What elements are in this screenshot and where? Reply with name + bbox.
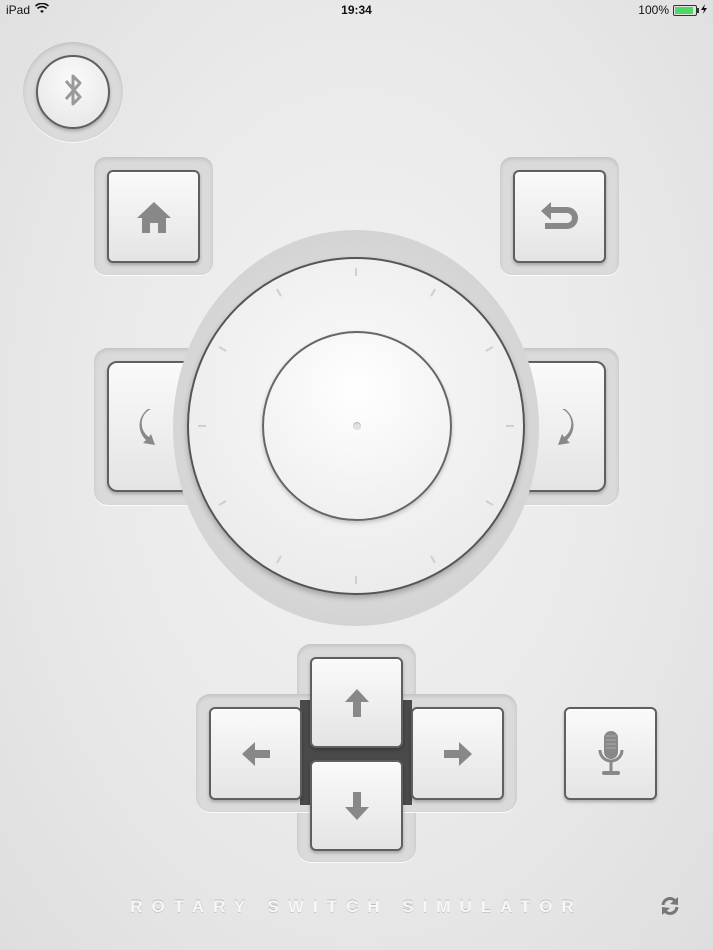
- arrow-down-icon: [344, 791, 370, 821]
- microphone-icon: [597, 730, 625, 778]
- rotate-counterclockwise-icon: [137, 407, 161, 447]
- bluetooth-icon: [58, 70, 88, 115]
- center-dot: [353, 422, 361, 430]
- up-button[interactable]: [310, 657, 403, 748]
- microphone-button[interactable]: [564, 707, 657, 800]
- rotate-clockwise-icon: [552, 407, 576, 447]
- left-button[interactable]: [209, 707, 302, 800]
- dial-center-button[interactable]: [262, 331, 452, 521]
- right-button[interactable]: [411, 707, 504, 800]
- refresh-button[interactable]: [658, 896, 682, 920]
- arrow-right-icon: [443, 741, 473, 767]
- arrow-left-icon: [241, 741, 271, 767]
- back-button[interactable]: [513, 170, 606, 263]
- home-icon: [135, 200, 173, 234]
- status-right: 100%: [638, 3, 707, 17]
- down-button[interactable]: [310, 760, 403, 851]
- battery-percent: 100%: [638, 3, 669, 17]
- bluetooth-button[interactable]: [36, 55, 110, 129]
- status-bar: iPad 19:34 100%: [0, 0, 713, 20]
- refresh-icon: [659, 895, 681, 922]
- charging-icon: [701, 3, 707, 17]
- home-button[interactable]: [107, 170, 200, 263]
- app-title: ROTARY SWITCH SIMULATOR: [130, 897, 583, 916]
- back-icon: [537, 200, 583, 234]
- battery-icon: [673, 4, 699, 16]
- battery-fill: [675, 6, 693, 14]
- arrow-up-icon: [344, 688, 370, 718]
- status-time: 19:34: [341, 3, 372, 17]
